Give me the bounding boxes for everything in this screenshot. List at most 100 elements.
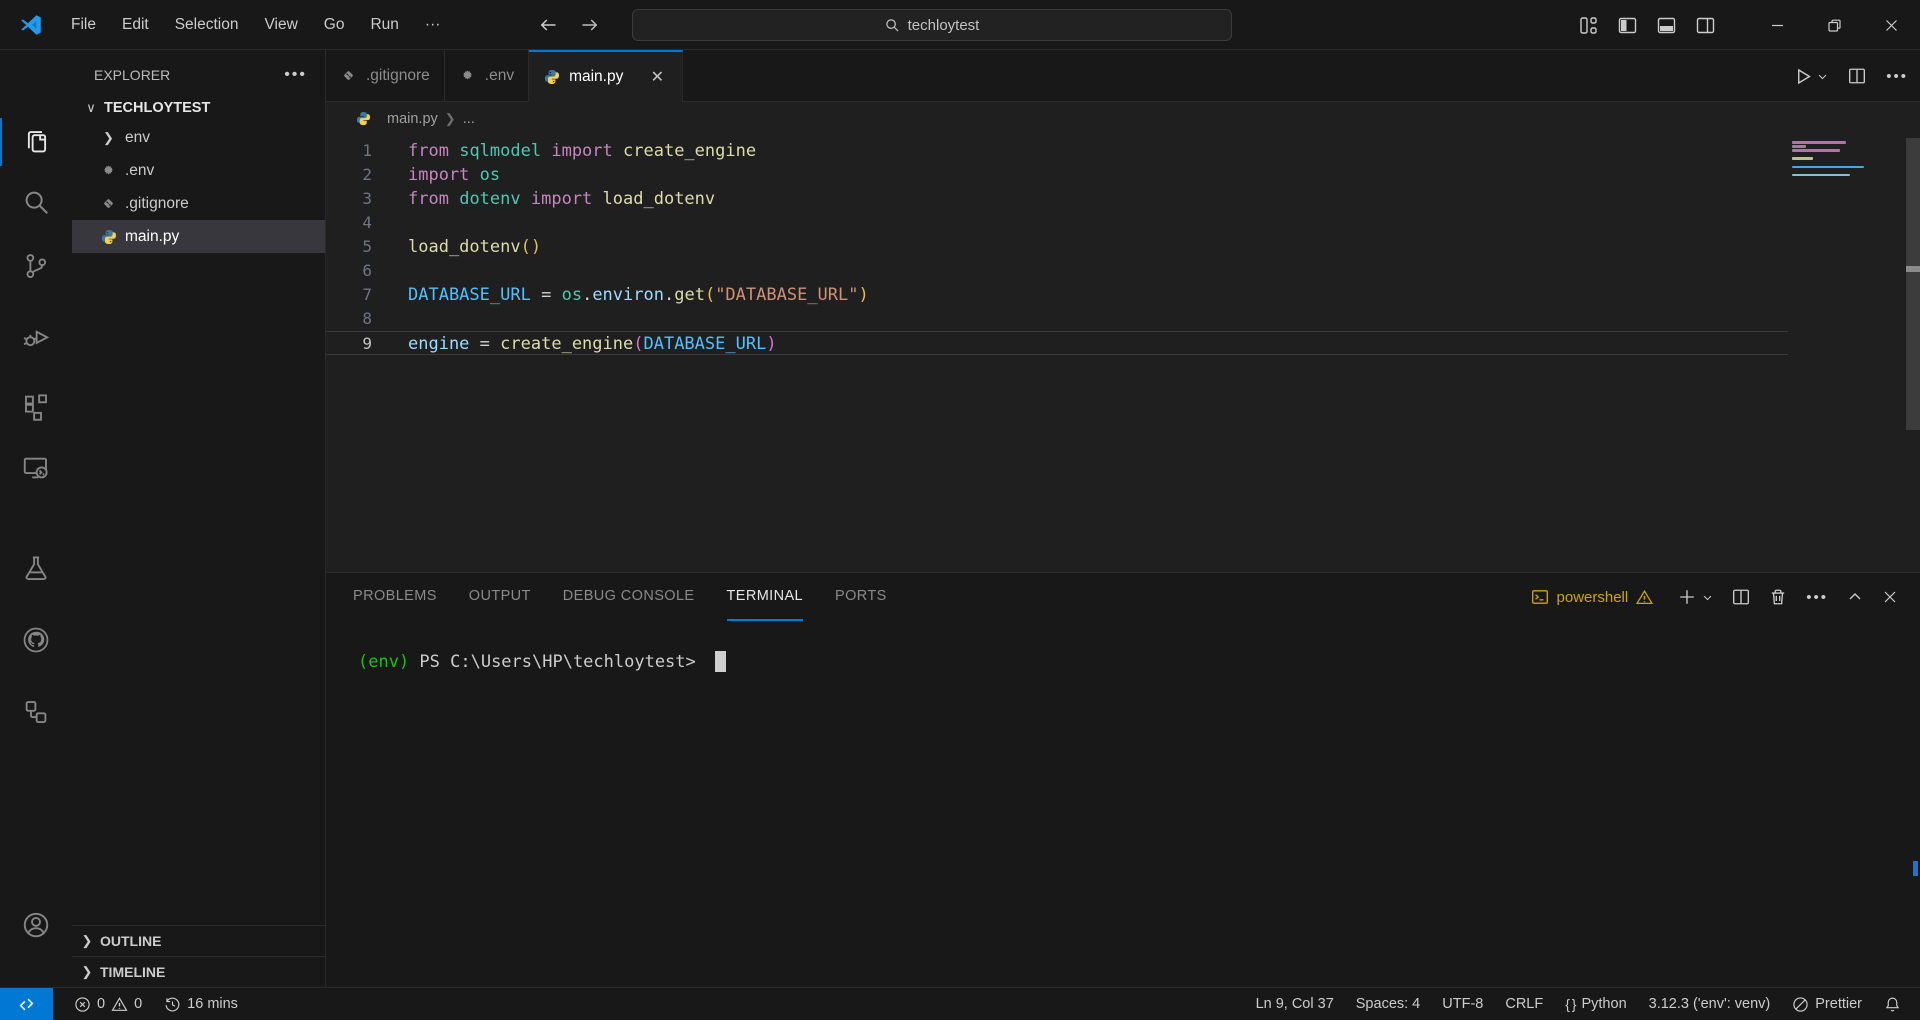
editor-actions: •••	[1794, 50, 1908, 102]
breadcrumb[interactable]: main.py ❯ ...	[326, 102, 1920, 135]
indentation-status[interactable]: Spaces: 4	[1345, 996, 1432, 1012]
restore-button[interactable]	[1806, 0, 1863, 50]
chevron-right-icon: ❯	[445, 111, 456, 127]
breadcrumb-symbol[interactable]: ...	[463, 111, 475, 127]
maximize-panel-icon[interactable]	[1847, 589, 1863, 605]
code-line-7[interactable]: 7DATABASE_URL = os.environ.get("DATABASE…	[326, 283, 1788, 307]
code-token: import	[408, 165, 469, 185]
run-and-debug-icon[interactable]	[0, 314, 72, 362]
search-view-icon[interactable]	[0, 178, 72, 226]
line-number: 2	[326, 163, 372, 187]
editor-scrollbar[interactable]	[1906, 138, 1920, 568]
panel-tab-ports[interactable]: PORTS	[835, 573, 887, 621]
split-editor-icon[interactable]	[1848, 67, 1866, 85]
explorer-more-actions-icon[interactable]: •••	[284, 66, 307, 84]
code-line-3[interactable]: 3from dotenv import load_dotenv	[326, 187, 1788, 211]
title-bar-controls	[1579, 0, 1920, 50]
outline-section[interactable]: ❯ OUTLINE	[72, 925, 325, 956]
minimap-line	[1792, 145, 1806, 148]
tab-close-icon[interactable]: ✕	[646, 66, 668, 88]
chevron-down-icon[interactable]	[1817, 71, 1828, 82]
github-icon[interactable]	[0, 616, 72, 664]
code-token: )	[858, 285, 868, 305]
focus-timer-status[interactable]: 16 mins	[155, 996, 247, 1013]
panel-tab-debug-console[interactable]: DEBUG CONSOLE	[563, 573, 695, 621]
editor-more-actions-icon[interactable]: •••	[1886, 68, 1908, 85]
file-row-mainpy[interactable]: main.py	[72, 220, 325, 253]
panel-tab-output[interactable]: OUTPUT	[469, 573, 531, 621]
chevron-right-icon: ❯	[78, 964, 96, 980]
close-window-button[interactable]	[1863, 0, 1920, 50]
code-editor[interactable]: 1from sqlmodel import create_engine2 impo…	[326, 135, 1920, 572]
problems-status[interactable]: 0 0	[65, 996, 151, 1013]
python-interpreter-status[interactable]: 3.12.3 ('env': venv)	[1638, 996, 1782, 1012]
code-line-1[interactable]: 1from sqlmodel import create_engine	[326, 139, 1788, 163]
menu-more[interactable]: ···	[412, 0, 454, 49]
remote-indicator[interactable]	[0, 988, 53, 1020]
file-row-dotenv[interactable]: .env	[72, 154, 325, 187]
new-terminal-button[interactable]	[1678, 588, 1713, 606]
code-line-9[interactable]: 9engine = create_engine(DATABASE_URL)	[326, 331, 1788, 355]
command-center-search[interactable]: techloytest	[632, 9, 1232, 41]
tab-gitignore[interactable]: .gitignore	[326, 50, 445, 101]
breadcrumb-file[interactable]: main.py	[387, 111, 438, 127]
encoding-status[interactable]: UTF-8	[1431, 996, 1494, 1012]
code-line-2[interactable]: 2import os	[326, 163, 1788, 187]
terminal-name: powershell	[1557, 589, 1629, 606]
folder-row-env[interactable]: ❯ env	[72, 121, 325, 154]
formatter-status[interactable]: Prettier	[1781, 996, 1873, 1013]
testing-icon[interactable]	[0, 544, 72, 592]
file-name: main.py	[125, 228, 179, 246]
accounts-icon[interactable]	[0, 901, 72, 949]
kill-terminal-trash-icon[interactable]	[1769, 588, 1787, 606]
source-control-icon[interactable]	[0, 242, 72, 290]
menu-view[interactable]: View	[251, 0, 310, 49]
run-python-file-button[interactable]	[1794, 67, 1828, 86]
toggle-secondary-sidebar-icon[interactable]	[1696, 16, 1715, 35]
line-content: from sqlmodel import create_engine	[408, 139, 756, 163]
minimap[interactable]	[1792, 141, 1896, 178]
language-mode-status[interactable]: { } Python	[1554, 996, 1637, 1012]
panel-more-actions-icon[interactable]: •••	[1806, 589, 1828, 606]
tab-dotenv[interactable]: .env	[445, 50, 529, 101]
warning-icon	[1636, 589, 1653, 606]
nav-forward-icon[interactable]	[578, 13, 602, 37]
menu-file[interactable]: File	[58, 0, 109, 49]
extension-blocks-icon[interactable]	[0, 688, 72, 736]
split-terminal-icon[interactable]	[1732, 588, 1750, 606]
scrollbar-slider[interactable]	[1906, 138, 1920, 430]
workspace-folder-row[interactable]: ∨ TECHLOYTEST	[72, 94, 325, 121]
code-line-5[interactable]: 5load_dotenv()	[326, 235, 1788, 259]
warning-count: 0	[134, 996, 142, 1012]
menu-go[interactable]: Go	[311, 0, 358, 49]
code-line-4[interactable]: 4	[326, 211, 1788, 235]
close-panel-icon[interactable]	[1882, 589, 1898, 605]
menu-edit[interactable]: Edit	[109, 0, 162, 49]
eol-status[interactable]: CRLF	[1494, 996, 1554, 1012]
toggle-panel-icon[interactable]	[1657, 16, 1676, 35]
chevron-down-icon[interactable]	[1702, 592, 1713, 603]
remote-explorer-icon[interactable]	[0, 444, 72, 492]
code-line-8[interactable]: 8	[326, 307, 1788, 331]
terminal-instance[interactable]: powershell	[1531, 588, 1654, 606]
notifications-bell[interactable]	[1873, 996, 1912, 1013]
cursor-position-status[interactable]: Ln 9, Col 37	[1245, 996, 1345, 1012]
tab-mainpy[interactable]: main.py ✕	[529, 50, 683, 102]
minimize-button[interactable]	[1749, 0, 1806, 50]
customize-layout-icon[interactable]	[1579, 16, 1598, 35]
panel-tab-problems[interactable]: PROBLEMS	[353, 573, 437, 621]
chevron-right-icon: ❯	[78, 933, 96, 949]
terminal-content[interactable]: (env) PS C:\Users\HP\techloytest>	[326, 621, 1920, 672]
explorer-icon[interactable]	[0, 118, 72, 166]
menu-run[interactable]: Run	[357, 0, 411, 49]
nav-back-icon[interactable]	[536, 13, 560, 37]
panel-tab-terminal[interactable]: TERMINAL	[727, 573, 804, 621]
code-line-6[interactable]: 6	[326, 259, 1788, 283]
code-token: load_dotenv	[408, 237, 521, 257]
file-row-gitignore[interactable]: .gitignore	[72, 187, 325, 220]
timeline-section[interactable]: ❯ TIMELINE	[72, 956, 325, 987]
line-content: from dotenv import load_dotenv	[408, 187, 715, 211]
toggle-primary-sidebar-icon[interactable]	[1618, 16, 1637, 35]
extensions-icon[interactable]	[0, 382, 72, 430]
menu-selection[interactable]: Selection	[162, 0, 252, 49]
